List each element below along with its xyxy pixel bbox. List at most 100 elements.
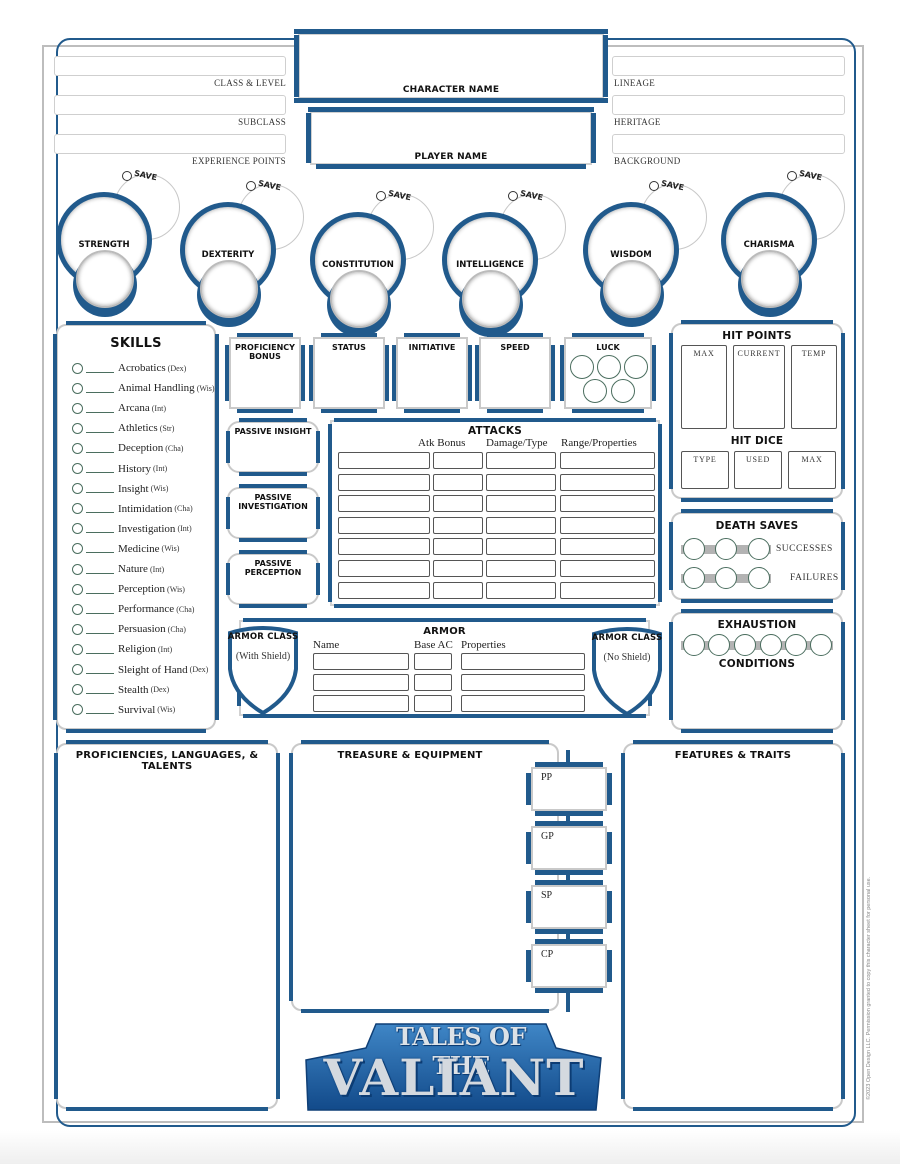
luck-point-bubble[interactable] xyxy=(597,355,621,379)
attack-name-input[interactable] xyxy=(338,538,430,556)
exhaustion-level-bubble[interactable] xyxy=(810,634,832,656)
skill-proficiency-bubble[interactable] xyxy=(72,503,83,515)
exhaustion-level-bubble[interactable] xyxy=(760,634,782,656)
attack-range-input[interactable] xyxy=(560,473,655,491)
skill-proficiency-bubble[interactable] xyxy=(72,583,83,595)
speed-box[interactable]: SPEED xyxy=(475,333,555,413)
coin-sp-box[interactable]: SP xyxy=(526,880,612,934)
skill-proficiency-bubble[interactable] xyxy=(72,563,83,575)
coin-pp-box[interactable]: PP xyxy=(526,762,612,816)
lineage-input[interactable] xyxy=(612,56,845,76)
attack-damage-input[interactable] xyxy=(486,538,556,556)
attack-damage-input[interactable] xyxy=(486,581,556,599)
ability-modifier-circle[interactable] xyxy=(462,270,520,328)
skill-proficiency-bubble[interactable] xyxy=(72,442,83,454)
skill-modifier-input[interactable] xyxy=(86,431,114,433)
ability-modifier-circle[interactable] xyxy=(76,250,134,308)
skill-proficiency-bubble[interactable] xyxy=(72,543,83,555)
attack-range-input[interactable] xyxy=(560,560,655,577)
attack-bonus-input[interactable] xyxy=(433,452,483,469)
save-proficiency-bubble[interactable] xyxy=(649,181,659,191)
attack-damage-input[interactable] xyxy=(486,452,556,469)
armor-base-ac-input[interactable] xyxy=(414,674,452,691)
attack-range-input[interactable] xyxy=(560,516,655,534)
passive-investigation-box[interactable]: PASSIVE INVESTIGATION xyxy=(226,484,320,542)
player-name-input[interactable]: PLAYER NAME xyxy=(306,107,596,169)
skill-modifier-input[interactable] xyxy=(86,612,114,614)
treasure-panel[interactable]: TREASURE & EQUIPMENT xyxy=(289,740,559,1013)
skill-modifier-input[interactable] xyxy=(86,451,114,453)
experience-points-input[interactable] xyxy=(54,134,286,154)
ability-modifier-circle[interactable] xyxy=(200,260,258,318)
exhaustion-level-bubble[interactable] xyxy=(683,634,705,656)
death-save-success-bubble[interactable] xyxy=(748,538,770,560)
skill-proficiency-bubble[interactable] xyxy=(72,523,83,535)
save-proficiency-bubble[interactable] xyxy=(122,171,132,181)
save-proficiency-bubble[interactable] xyxy=(246,181,256,191)
death-save-failure-bubble[interactable] xyxy=(683,567,705,589)
hp-current-input[interactable]: CURRENT xyxy=(733,345,785,429)
attack-bonus-input[interactable] xyxy=(433,473,483,491)
save-proficiency-bubble[interactable] xyxy=(508,191,518,201)
attack-name-input[interactable] xyxy=(338,473,430,491)
skill-modifier-input[interactable] xyxy=(86,713,114,715)
exhaustion-level-bubble[interactable] xyxy=(708,634,730,656)
status-box[interactable]: STATUS xyxy=(309,333,389,413)
skill-modifier-input[interactable] xyxy=(86,492,114,494)
proficiency-bonus-box[interactable]: PROFICIENCY BONUS xyxy=(225,333,305,413)
attack-name-input[interactable] xyxy=(338,495,430,513)
skill-proficiency-bubble[interactable] xyxy=(72,664,83,675)
hit-dice-type-input[interactable]: TYPE xyxy=(681,451,729,489)
attack-range-input[interactable] xyxy=(560,538,655,556)
passive-insight-box[interactable]: PASSIVE INSIGHT xyxy=(226,418,320,476)
coin-gp-box[interactable]: GP xyxy=(526,821,612,875)
save-proficiency-bubble[interactable] xyxy=(787,171,797,181)
armor-base-ac-input[interactable] xyxy=(414,653,452,670)
skill-proficiency-bubble[interactable] xyxy=(72,623,83,635)
attack-damage-input[interactable] xyxy=(486,516,556,534)
attack-bonus-input[interactable] xyxy=(433,516,483,534)
save-proficiency-bubble[interactable] xyxy=(376,191,386,201)
passive-perception-box[interactable]: PASSIVE PERCEPTION xyxy=(226,550,320,608)
character-name-input[interactable]: CHARACTER NAME xyxy=(294,29,608,103)
skill-proficiency-bubble[interactable] xyxy=(72,362,83,374)
skill-proficiency-bubble[interactable] xyxy=(72,603,83,615)
attack-bonus-input[interactable] xyxy=(433,581,483,599)
ability-modifier-circle[interactable] xyxy=(330,270,388,328)
armor-properties-input[interactable] xyxy=(461,653,585,670)
skill-modifier-input[interactable] xyxy=(86,652,114,654)
armor-base-ac-input[interactable] xyxy=(414,695,452,712)
coin-cp-box[interactable]: CP xyxy=(526,939,612,993)
luck-point-bubble[interactable] xyxy=(583,379,607,403)
skill-modifier-input[interactable] xyxy=(86,673,114,674)
skill-modifier-input[interactable] xyxy=(86,632,114,634)
hit-dice-used-input[interactable]: USED xyxy=(734,451,782,489)
armor-name-input[interactable] xyxy=(313,674,409,691)
subclass-input[interactable] xyxy=(54,95,286,115)
armor-properties-input[interactable] xyxy=(461,695,585,712)
skill-modifier-input[interactable] xyxy=(86,572,114,574)
hit-dice-max-input[interactable]: MAX xyxy=(788,451,836,489)
skill-modifier-input[interactable] xyxy=(86,512,114,514)
death-save-failure-bubble[interactable] xyxy=(715,567,737,589)
ac-with-shield[interactable]: ARMOR CLASS (With Shield) xyxy=(227,625,299,716)
skill-modifier-input[interactable] xyxy=(86,552,114,554)
attack-bonus-input[interactable] xyxy=(433,560,483,577)
skill-modifier-input[interactable] xyxy=(86,592,114,594)
luck-point-bubble[interactable] xyxy=(611,379,635,403)
death-save-success-bubble[interactable] xyxy=(715,538,737,560)
attack-range-input[interactable] xyxy=(560,581,655,599)
skill-proficiency-bubble[interactable] xyxy=(72,463,83,474)
skill-proficiency-bubble[interactable] xyxy=(72,422,83,434)
attack-name-input[interactable] xyxy=(338,516,430,534)
exhaustion-level-bubble[interactable] xyxy=(785,634,807,656)
armor-properties-input[interactable] xyxy=(461,674,585,691)
skill-modifier-input[interactable] xyxy=(86,472,114,473)
attack-name-input[interactable] xyxy=(338,452,430,469)
features-panel[interactable]: FEATURES & TRAITS xyxy=(621,740,845,1111)
death-save-success-bubble[interactable] xyxy=(683,538,705,560)
attack-name-input[interactable] xyxy=(338,560,430,577)
hp-max-input[interactable]: MAX xyxy=(681,345,727,429)
death-save-failure-bubble[interactable] xyxy=(748,567,770,589)
attack-bonus-input[interactable] xyxy=(433,495,483,513)
